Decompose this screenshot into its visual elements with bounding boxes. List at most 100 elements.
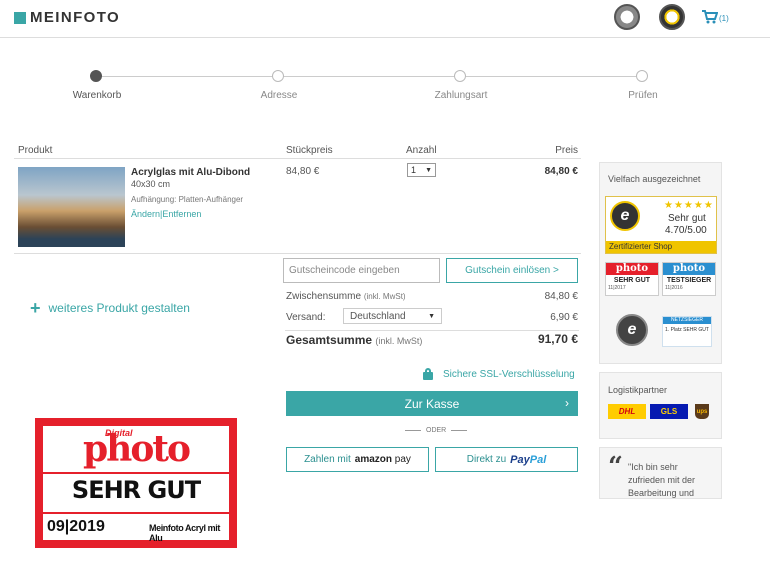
chevron-right-icon: › — [565, 396, 569, 410]
award-grade: SEHR GUT — [71, 476, 201, 504]
subtotal-label: Zwischensumme (inkl. MwSt) — [286, 291, 406, 302]
review-box: “ "Ich bin sehr zufrieden mit der Bearbe… — [599, 447, 722, 499]
rating-stars-icon: ★★★★★ — [664, 200, 714, 211]
shipping-value: 6,90 € — [550, 312, 578, 323]
mini-award-sehr-gut: photo SEHR GUT 11|2017 — [605, 262, 659, 296]
step-dot-pruefen — [636, 70, 648, 82]
edit-link[interactable]: Ändern — [131, 209, 160, 219]
product-name: Acrylglas mit Alu-Dibond — [131, 167, 251, 178]
mini-award-body: SEHR GUT — [613, 277, 651, 284]
line-price: 84,80 € — [544, 166, 578, 177]
product-size: 40x30 cm — [131, 179, 171, 189]
award-photo-word: photo — [83, 428, 191, 470]
dropdown-arrow-icon: ▼ — [428, 312, 435, 320]
trusted-shops-guarantee-icon: e — [616, 314, 648, 346]
award-date: 09|2019 — [47, 518, 105, 535]
subtotal-value: 84,80 € — [544, 291, 578, 302]
logo-square-icon — [14, 11, 26, 24]
header-divider — [0, 37, 770, 38]
rating-score: 4.70/5.00 — [665, 225, 707, 236]
mini-award-date: 11|2017 — [608, 285, 626, 291]
cart-button[interactable]: (1) — [702, 10, 729, 24]
cart-icon — [702, 10, 718, 24]
shipping-label: Versand: — [286, 312, 326, 323]
shipping-country-select[interactable]: Deutschland ▼ — [343, 308, 442, 324]
logistics-box: Logistikpartner DHL GLS ups — [599, 372, 722, 439]
step-label-adresse: Adresse — [260, 90, 298, 101]
remove-link[interactable]: Entfernen — [162, 209, 201, 219]
unit-price: 84,80 € — [286, 166, 320, 177]
netzsieger-head: NETZSIEGER — [663, 317, 711, 324]
step-dot-warenkorb — [90, 70, 102, 82]
award-product: Meinfoto Acryl mit Alu — [149, 523, 220, 543]
product-thumbnail[interactable] — [18, 167, 125, 247]
coupon-input[interactable]: Gutscheincode eingeben — [283, 258, 440, 283]
step-label-pruefen: Prüfen — [628, 90, 658, 101]
trusted-shops-rating[interactable]: e ★★★★★ Sehr gut 4.70/5.00 Zertifizierte… — [605, 196, 717, 254]
certified-shop-label: Zertifizierter Shop — [606, 241, 716, 253]
paypal-button[interactable]: Direkt zu PayPal — [435, 447, 578, 472]
amazon-brand: amazon — [354, 454, 392, 465]
meinfoto-logo[interactable]: MEINFOTO — [14, 9, 120, 26]
quote-icon: “ — [608, 452, 623, 482]
item-divider — [14, 253, 581, 254]
gls-logo: GLS — [650, 404, 688, 419]
table-header-divider — [14, 158, 581, 159]
step-label-zahlungsart: Zahlungsart — [434, 90, 488, 101]
product-hanger: Aufhängung: Platten-Aufhänger — [131, 195, 244, 204]
checkout-button[interactable]: Zur Kasse › — [286, 391, 578, 416]
ssl-notice: Sichere SSL-Verschlüsselung — [423, 368, 575, 380]
amazon-pay-logo: amazon pay — [355, 454, 411, 465]
col-header-price: Preis — [555, 145, 578, 156]
award-badge-icon[interactable] — [614, 4, 640, 30]
ups-logo: ups — [695, 404, 709, 419]
checkout-label: Zur Kasse — [404, 396, 460, 411]
digitalphoto-award: photo Digital SEHR GUT 09|2019 Meinfoto … — [35, 418, 237, 548]
col-header-unit-price: Stückpreis — [286, 145, 333, 156]
netzsieger-body: 1. Platz SEHR GUT — [665, 327, 709, 333]
step-dot-zahlungsart — [454, 70, 466, 82]
redeem-coupon-button[interactable]: Gutschein einlösen > — [446, 258, 578, 283]
lock-icon — [423, 368, 433, 380]
rating-grade: Sehr gut — [668, 213, 706, 224]
total-divider — [285, 330, 579, 331]
dropdown-arrow-icon: ▼ — [425, 166, 432, 174]
col-header-qty: Anzahl — [406, 145, 437, 156]
logistics-title: Logistikpartner — [608, 385, 668, 395]
ssl-text: Sichere SSL-Verschlüsselung — [443, 368, 575, 380]
trusted-shops-badge-icon[interactable] — [659, 4, 685, 30]
paypal-logo: PayPal — [510, 454, 546, 466]
quantity-value: 1 — [411, 165, 417, 175]
awards-box: Vielfach ausgezeichnet e ★★★★★ Sehr gut … — [599, 162, 722, 364]
mini-award-date: 11|2016 — [665, 285, 683, 291]
trusted-shops-seal-icon: e — [610, 201, 640, 231]
add-product-label: weiteres Produkt gestalten — [48, 301, 190, 315]
netzsieger-award: NETZSIEGER 1. Platz SEHR GUT — [662, 316, 712, 347]
product-links: Ändern|Entfernen — [131, 209, 201, 219]
subtotal-label-text: Zwischensumme — [286, 291, 362, 302]
plus-icon: + — [30, 298, 41, 318]
paypal-brand-b: Pal — [529, 453, 547, 466]
amazon-brand-suffix: pay — [394, 454, 411, 465]
awards-title: Vielfach ausgezeichnet — [608, 174, 701, 184]
mini-award-testsieger: photo TESTSIEGER 11|2016 — [662, 262, 716, 296]
award-digital-word: Digital — [105, 428, 133, 438]
paypal-prefix: Direkt zu — [466, 454, 507, 465]
progress-line — [96, 76, 642, 77]
paypal-brand-a: Pay — [510, 453, 530, 466]
subtotal-note: (inkl. MwSt) — [363, 292, 406, 301]
mini-award-head: photo — [663, 263, 715, 275]
or-label: ODER — [426, 427, 447, 434]
total-note: (inkl. MwSt) — [375, 336, 423, 346]
mini-award-head: photo — [606, 263, 658, 275]
total-label-text: Gesamtsumme — [286, 333, 373, 347]
amazon-pay-prefix: Zahlen mit — [304, 454, 351, 465]
quantity-select[interactable]: 1 ▼ — [407, 163, 436, 177]
step-dot-adresse — [272, 70, 284, 82]
shipping-country: Deutschland — [350, 310, 406, 322]
cart-count: (1) — [719, 14, 729, 23]
add-product-link[interactable]: + weiteres Produkt gestalten — [30, 298, 190, 318]
total-value: 91,70 € — [537, 332, 578, 346]
amazon-pay-button[interactable]: Zahlen mit amazon pay — [286, 447, 429, 472]
dhl-logo: DHL — [608, 404, 646, 419]
